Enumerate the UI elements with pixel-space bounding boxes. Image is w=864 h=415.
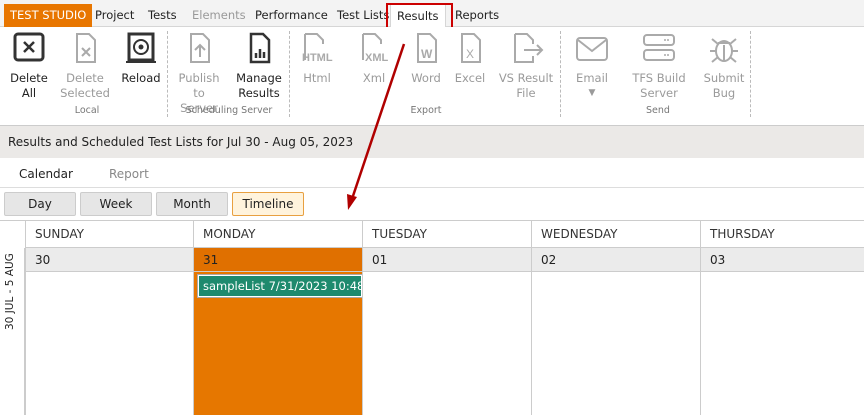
day-date: 01 [363, 248, 531, 272]
day-column-monday[interactable]: MONDAY31 sampleList 7/31/2023 10:48 PM [193, 221, 363, 415]
xml-file-icon: XML [362, 33, 389, 64]
timeline-button[interactable]: Timeline [232, 192, 304, 216]
ribbon: Delete All Delete Selected Reload Local … [0, 27, 864, 120]
export-file-icon [514, 33, 544, 63]
tab-calendar[interactable]: Calendar [19, 167, 73, 181]
manage-results-label: Manage Results [236, 71, 282, 100]
week-range-label: 30 JUL - 5 AUG [4, 253, 16, 330]
day-column-tuesday[interactable]: TUESDAY 01 [362, 221, 531, 415]
export-word-button[interactable]: W Word [406, 31, 446, 86]
tab-project[interactable]: Project [89, 4, 140, 27]
svg-text:HTML: HTML [302, 52, 333, 64]
group-local-label: Local [74, 105, 100, 116]
publish-button[interactable]: Publish to Server [174, 31, 224, 116]
server-icon [643, 34, 675, 61]
day-date: 30 [26, 248, 193, 272]
svg-text:W: W [421, 47, 433, 61]
dropdown-arrow-icon: ▼ [588, 88, 596, 98]
svg-text:X: X [466, 47, 474, 61]
day-column-thursday[interactable]: THURSDAY 03 [700, 221, 864, 415]
submit-bug-button[interactable]: Submit Bug [702, 31, 746, 101]
day-header: MONDAY [194, 221, 362, 248]
tab-performance[interactable]: Performance [249, 4, 334, 27]
divider [289, 31, 290, 117]
file-delete-icon [76, 33, 96, 63]
divider [167, 31, 168, 117]
delete-selected-label: Delete Selected [60, 71, 110, 100]
delete-selected-button[interactable]: Delete Selected [60, 31, 110, 101]
tfs-button[interactable]: TFS Build Server [626, 31, 692, 101]
tab-elements[interactable]: Elements [186, 4, 252, 27]
day-date: 31 [194, 248, 362, 272]
tab-test-studio[interactable]: TEST STUDIO [4, 4, 93, 27]
excel-label: Excel [454, 71, 486, 85]
envelope-icon [576, 37, 608, 61]
html-file-icon: HTML [302, 33, 333, 64]
day-header: THURSDAY [701, 221, 864, 248]
upload-file-icon [190, 33, 210, 63]
group-send-label: Send [646, 105, 670, 116]
day-header: SUNDAY [26, 221, 193, 248]
day-date: 02 [532, 248, 700, 272]
tfs-label: TFS Build Server [632, 71, 686, 100]
day-button[interactable]: Day [4, 192, 76, 216]
bug-icon [710, 38, 738, 63]
email-label: Email [576, 71, 608, 85]
day-date: 03 [701, 248, 864, 272]
html-label: Html [303, 71, 331, 85]
reload-icon [126, 32, 156, 63]
day-header: TUESDAY [363, 221, 531, 248]
vs-label: VS Result File [498, 71, 554, 100]
export-excel-button[interactable]: X Excel [452, 31, 488, 86]
week-range-column: 30 JUL - 5 AUG [0, 248, 25, 415]
export-xml-button[interactable]: XML Xml [354, 31, 394, 86]
view-tabs: Calendar Report [0, 158, 864, 188]
day-header: WEDNESDAY [532, 221, 700, 248]
month-button[interactable]: Month [156, 192, 228, 216]
email-button[interactable]: Email ▼ [570, 31, 614, 101]
chart-file-icon [249, 32, 271, 64]
xml-label: Xml [362, 71, 386, 85]
excel-file-icon: X [461, 33, 481, 63]
delete-all-label: Delete All [10, 71, 48, 100]
word-file-icon: W [417, 33, 437, 63]
week-button[interactable]: Week [80, 192, 152, 216]
reload-button[interactable]: Reload [120, 31, 162, 86]
delete-icon [13, 32, 45, 62]
submit-bug-label: Submit Bug [703, 71, 745, 100]
group-scheduling-label: Scheduling Server [185, 105, 273, 116]
svg-text:XML: XML [365, 52, 389, 64]
page-title: Results and Scheduled Test Lists for Jul… [0, 125, 864, 158]
export-html-button[interactable]: HTML Html [296, 31, 338, 86]
day-column-wednesday[interactable]: WEDNESDAY 02 [531, 221, 700, 415]
word-label: Word [411, 71, 441, 85]
reload-label: Reload [121, 71, 161, 85]
tab-report[interactable]: Report [109, 167, 149, 181]
tab-tests[interactable]: Tests [142, 4, 183, 27]
tab-reports[interactable]: Reports [449, 4, 505, 27]
delete-all-button[interactable]: Delete All [8, 31, 50, 101]
export-vs-button[interactable]: VS Result File [496, 31, 556, 101]
calendar-grid: 30 JUL - 5 AUG SUNDAY 30 MONDAY 31 sampleL… [0, 220, 864, 415]
appointment-samplelist[interactable]: sampleList 7/31/2023 10:48 PM [197, 274, 363, 298]
group-export-label: Export [410, 105, 442, 116]
divider [560, 31, 561, 117]
manage-results-button[interactable]: Manage Results [234, 31, 284, 101]
day-column-sunday[interactable]: SUNDAY 30 [25, 221, 193, 415]
divider [750, 31, 751, 117]
